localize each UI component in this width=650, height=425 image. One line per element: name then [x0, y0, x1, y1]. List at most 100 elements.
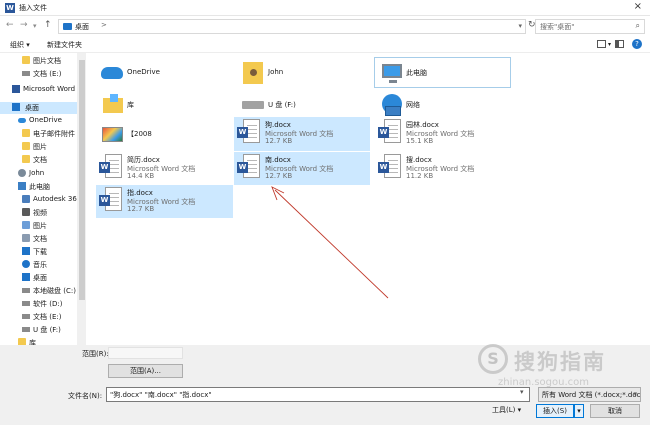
- insert-button[interactable]: 插入(S): [536, 404, 574, 418]
- file-type-value: 所有 Word 文档 (*.docx;*.doc: [542, 391, 641, 399]
- drive-icon: [22, 288, 30, 293]
- address-bar[interactable]: 桌面 > ▾: [58, 19, 526, 34]
- sidebar-item-pictures[interactable]: 图片: [0, 220, 77, 232]
- file-tile-library[interactable]: 库: [96, 90, 232, 120]
- drive-icon: [22, 71, 30, 76]
- close-button[interactable]: ×: [634, 1, 642, 12]
- sidebar-item-drive-c[interactable]: 本地磁盘 (C:): [0, 285, 77, 297]
- help-icon[interactable]: ?: [632, 39, 642, 49]
- file-tile-2008[interactable]: 【2008: [96, 119, 232, 149]
- tools-button[interactable]: 工具(L) ▾: [492, 405, 521, 415]
- file-tile-yuanlin-docx[interactable]: W 园林.docx Microsoft Word 文档 15.1 KB: [375, 117, 511, 151]
- range-field: [108, 347, 183, 359]
- sidebar-item-pc-desktop[interactable]: 桌面: [0, 272, 77, 284]
- sidebar-item-library[interactable]: 库: [0, 337, 77, 345]
- sidebar-item-picture-docs[interactable]: 图片文档: [0, 55, 77, 67]
- desktop-icon: [22, 273, 30, 281]
- sidebar-item-onedrive-documents[interactable]: 文档: [0, 154, 77, 166]
- desktop-icon: [12, 103, 20, 111]
- file-tile-usb[interactable]: U 盘 (F:): [237, 90, 373, 120]
- image-thumbnail-icon: [102, 127, 123, 142]
- file-tile-onedrive[interactable]: OneDrive: [96, 58, 232, 88]
- up-arrow-icon[interactable]: ↑: [44, 20, 52, 30]
- file-tile-john[interactable]: John: [237, 58, 373, 88]
- search-input[interactable]: 搜索"桌面" ⌕: [535, 19, 645, 34]
- range-button[interactable]: 范围(A)...: [108, 364, 183, 378]
- preview-pane-icon[interactable]: [615, 40, 624, 48]
- filename-dropdown-icon[interactable]: ▾: [520, 388, 524, 396]
- file-tile-gou-docx[interactable]: W 狗.docx Microsoft Word 文档 12.7 KB: [234, 117, 370, 151]
- organize-button[interactable]: 组织 ▾: [10, 40, 30, 50]
- sidebar-item-autodesk[interactable]: Autodesk 360: [0, 194, 81, 206]
- folder-icon: [22, 129, 30, 137]
- user-icon: [18, 169, 26, 177]
- drive-icon: [22, 301, 30, 306]
- chevron-down-icon: ▾: [633, 390, 637, 398]
- file-tile-jianli-docx[interactable]: W 简历.docx Microsoft Word 文档 14.4 KB: [96, 152, 232, 186]
- sidebar-item-email-attachments[interactable]: 电子邮件附件: [0, 128, 77, 140]
- sidebar-item-desktop[interactable]: 桌面: [0, 102, 77, 114]
- sidebar-item-onedrive[interactable]: OneDrive: [0, 115, 77, 127]
- filename-label: 文件名(N):: [68, 392, 103, 400]
- sidebar-item-drive-e[interactable]: 文档 (E:): [0, 311, 77, 323]
- bottom-pane: 范围(R): 范围(A)... 文件名(N): "狗.docx" "南.docx…: [0, 345, 650, 425]
- address-chevron[interactable]: >: [101, 21, 107, 29]
- sidebar-item-videos[interactable]: 视频: [0, 207, 77, 219]
- sidebar-item-music[interactable]: 音乐: [0, 259, 77, 271]
- music-icon: [22, 260, 30, 268]
- address-dropdown-icon[interactable]: ▾: [518, 22, 522, 30]
- sidebar-item-docs-e[interactable]: 文档 (E:): [0, 68, 77, 80]
- search-icon[interactable]: ⌕: [636, 21, 640, 31]
- window-title: 插入文件: [19, 4, 47, 12]
- sidebar-item-drive-f[interactable]: U 盘 (F:): [0, 324, 77, 336]
- word-icon: W: [5, 3, 15, 13]
- sidebar-item-drive-d[interactable]: 软件 (D:): [0, 298, 77, 310]
- file-type-select[interactable]: 所有 Word 文档 (*.docx;*.doc ▾: [538, 387, 641, 402]
- sidebar-item-this-pc[interactable]: 此电脑: [0, 181, 77, 193]
- word-doc-icon: W: [378, 127, 389, 138]
- file-tile-this-pc[interactable]: 此电脑: [374, 57, 511, 88]
- cancel-button[interactable]: 取消: [590, 404, 640, 418]
- insert-dropdown-button[interactable]: ▾: [574, 404, 584, 418]
- filename-input[interactable]: "狗.docx" "南.docx" "指.docx": [106, 387, 530, 402]
- command-toolbar: 组织 ▾ 新建文件夹 ▾ ?: [0, 36, 650, 53]
- address-path[interactable]: 桌面: [75, 22, 89, 32]
- computer-icon: [382, 64, 402, 83]
- sidebar-item-john[interactable]: John: [0, 168, 77, 180]
- word-doc-icon: W: [99, 195, 110, 206]
- file-tile-nan-docx[interactable]: W 南.docx Microsoft Word 文档 12.7 KB: [234, 152, 370, 185]
- sidebar-item-downloads[interactable]: 下载: [0, 246, 77, 258]
- new-folder-button[interactable]: 新建文件夹: [47, 40, 82, 50]
- file-tile-network[interactable]: 网络: [375, 90, 511, 120]
- file-list: OneDrive John 此电脑 库 U 盘 (F:) 网络 【2008 W …: [87, 53, 650, 345]
- back-arrow-icon[interactable]: ←: [6, 20, 14, 30]
- folder-icon: [22, 56, 30, 64]
- file-tile-zhi-docx[interactable]: W 指.docx Microsoft Word 文档 12.7 KB: [96, 185, 233, 218]
- navigation-pane: 图片文档 文档 (E:) Microsoft Word 桌面 OneDrive …: [0, 53, 87, 345]
- library-icon: [103, 94, 123, 113]
- sidebar-scrollbar-thumb[interactable]: [79, 60, 85, 300]
- view-mode-icon[interactable]: [597, 40, 606, 48]
- title-bar: W 插入文件 ×: [0, 0, 650, 16]
- video-icon: [22, 208, 30, 216]
- desktop-folder-icon: [63, 23, 72, 30]
- range-label: 范围(R):: [82, 350, 109, 358]
- view-dropdown-icon[interactable]: ▾: [608, 41, 611, 48]
- forward-arrow-icon[interactable]: →: [20, 20, 28, 30]
- onedrive-icon: [101, 67, 123, 79]
- address-bar-row: ← → ▾ ↑ 桌面 > ▾ ↻ 搜索"桌面" ⌕: [0, 16, 650, 36]
- library-icon: [18, 338, 26, 345]
- drive-icon: [22, 327, 30, 332]
- word-doc-icon: W: [378, 162, 389, 173]
- sidebar-item-documents[interactable]: 文档: [0, 233, 77, 245]
- recent-chevron-icon[interactable]: ▾: [33, 22, 37, 30]
- word-doc-icon: W: [99, 162, 110, 173]
- file-tile-sou-docx[interactable]: W 搜.docx Microsoft Word 文档 11.2 KB: [375, 152, 511, 186]
- sidebar-item-onedrive-pictures[interactable]: 图片: [0, 141, 77, 153]
- sidebar-item-microsoft-word[interactable]: Microsoft Word: [0, 84, 77, 96]
- search-placeholder: 搜索"桌面": [540, 23, 575, 31]
- word-icon: [12, 85, 20, 93]
- autodesk-icon: [22, 195, 30, 203]
- user-folder-icon: [243, 62, 263, 84]
- folder-icon: [22, 155, 30, 163]
